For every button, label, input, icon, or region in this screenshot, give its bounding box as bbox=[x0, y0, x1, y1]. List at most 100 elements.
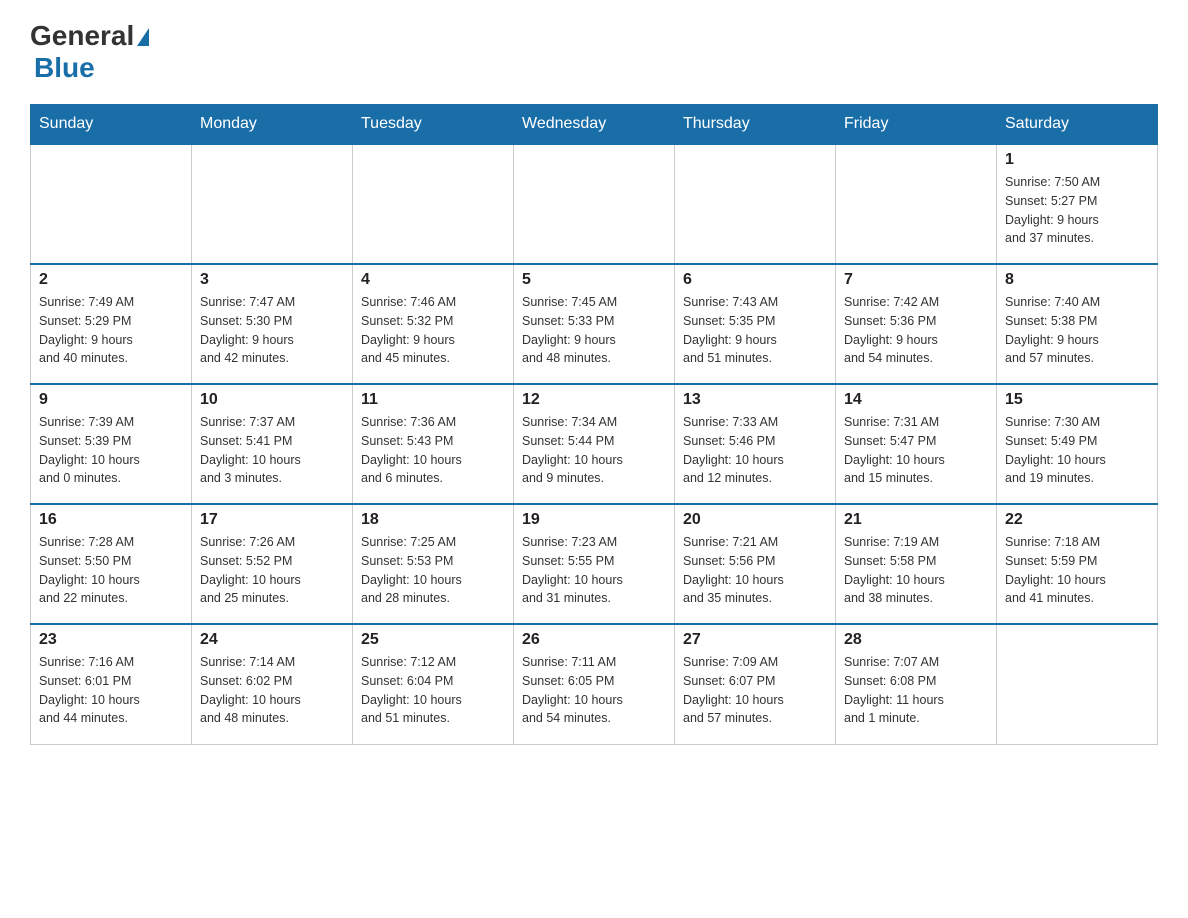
calendar-cell: 22 Sunrise: 7:18 AM Sunset: 5:59 PM Dayli… bbox=[997, 504, 1158, 624]
calendar-cell: 26 Sunrise: 7:11 AM Sunset: 6:05 PM Dayli… bbox=[514, 624, 675, 744]
day-number: 5 bbox=[522, 271, 666, 289]
calendar-cell bbox=[192, 144, 353, 264]
day-info: Sunrise: 7:16 AM Sunset: 6:01 PM Dayligh… bbox=[39, 653, 183, 728]
calendar-week-row: 1 Sunrise: 7:50 AM Sunset: 5:27 PM Daylig… bbox=[31, 144, 1158, 264]
day-number: 8 bbox=[1005, 271, 1149, 289]
calendar-cell: 19 Sunrise: 7:23 AM Sunset: 5:55 PM Dayli… bbox=[514, 504, 675, 624]
calendar-cell: 18 Sunrise: 7:25 AM Sunset: 5:53 PM Dayli… bbox=[353, 504, 514, 624]
calendar-week-row: 23 Sunrise: 7:16 AM Sunset: 6:01 PM Dayli… bbox=[31, 624, 1158, 744]
day-number: 14 bbox=[844, 391, 988, 409]
day-number: 9 bbox=[39, 391, 183, 409]
calendar-table: SundayMondayTuesdayWednesdayThursdayFrid… bbox=[30, 104, 1158, 745]
calendar-week-row: 9 Sunrise: 7:39 AM Sunset: 5:39 PM Daylig… bbox=[31, 384, 1158, 504]
calendar-cell: 2 Sunrise: 7:49 AM Sunset: 5:29 PM Daylig… bbox=[31, 264, 192, 384]
day-number: 11 bbox=[361, 391, 505, 409]
day-info: Sunrise: 7:49 AM Sunset: 5:29 PM Dayligh… bbox=[39, 293, 183, 368]
day-number: 22 bbox=[1005, 511, 1149, 529]
logo-triangle-icon bbox=[137, 28, 149, 46]
day-info: Sunrise: 7:45 AM Sunset: 5:33 PM Dayligh… bbox=[522, 293, 666, 368]
day-info: Sunrise: 7:09 AM Sunset: 6:07 PM Dayligh… bbox=[683, 653, 827, 728]
weekday-header-friday: Friday bbox=[836, 105, 997, 145]
day-info: Sunrise: 7:12 AM Sunset: 6:04 PM Dayligh… bbox=[361, 653, 505, 728]
calendar-cell: 9 Sunrise: 7:39 AM Sunset: 5:39 PM Daylig… bbox=[31, 384, 192, 504]
day-info: Sunrise: 7:46 AM Sunset: 5:32 PM Dayligh… bbox=[361, 293, 505, 368]
day-number: 23 bbox=[39, 631, 183, 649]
calendar-cell bbox=[675, 144, 836, 264]
day-info: Sunrise: 7:30 AM Sunset: 5:49 PM Dayligh… bbox=[1005, 413, 1149, 488]
weekday-header-sunday: Sunday bbox=[31, 105, 192, 145]
calendar-cell bbox=[31, 144, 192, 264]
weekday-header-tuesday: Tuesday bbox=[353, 105, 514, 145]
day-info: Sunrise: 7:23 AM Sunset: 5:55 PM Dayligh… bbox=[522, 533, 666, 608]
day-number: 27 bbox=[683, 631, 827, 649]
day-info: Sunrise: 7:34 AM Sunset: 5:44 PM Dayligh… bbox=[522, 413, 666, 488]
calendar-week-row: 16 Sunrise: 7:28 AM Sunset: 5:50 PM Dayli… bbox=[31, 504, 1158, 624]
day-number: 16 bbox=[39, 511, 183, 529]
day-number: 28 bbox=[844, 631, 988, 649]
day-info: Sunrise: 7:42 AM Sunset: 5:36 PM Dayligh… bbox=[844, 293, 988, 368]
day-number: 10 bbox=[200, 391, 344, 409]
calendar-cell bbox=[836, 144, 997, 264]
calendar-cell: 14 Sunrise: 7:31 AM Sunset: 5:47 PM Dayli… bbox=[836, 384, 997, 504]
logo: General Blue bbox=[30, 20, 149, 84]
day-number: 2 bbox=[39, 271, 183, 289]
day-number: 17 bbox=[200, 511, 344, 529]
day-info: Sunrise: 7:11 AM Sunset: 6:05 PM Dayligh… bbox=[522, 653, 666, 728]
calendar-cell: 20 Sunrise: 7:21 AM Sunset: 5:56 PM Dayli… bbox=[675, 504, 836, 624]
day-number: 13 bbox=[683, 391, 827, 409]
day-info: Sunrise: 7:43 AM Sunset: 5:35 PM Dayligh… bbox=[683, 293, 827, 368]
calendar-cell bbox=[353, 144, 514, 264]
calendar-cell: 13 Sunrise: 7:33 AM Sunset: 5:46 PM Dayli… bbox=[675, 384, 836, 504]
day-info: Sunrise: 7:36 AM Sunset: 5:43 PM Dayligh… bbox=[361, 413, 505, 488]
calendar-cell: 17 Sunrise: 7:26 AM Sunset: 5:52 PM Dayli… bbox=[192, 504, 353, 624]
logo-blue-text: Blue bbox=[34, 52, 95, 83]
calendar-cell: 5 Sunrise: 7:45 AM Sunset: 5:33 PM Daylig… bbox=[514, 264, 675, 384]
day-number: 12 bbox=[522, 391, 666, 409]
day-info: Sunrise: 7:18 AM Sunset: 5:59 PM Dayligh… bbox=[1005, 533, 1149, 608]
day-number: 6 bbox=[683, 271, 827, 289]
calendar-cell: 10 Sunrise: 7:37 AM Sunset: 5:41 PM Dayli… bbox=[192, 384, 353, 504]
day-info: Sunrise: 7:37 AM Sunset: 5:41 PM Dayligh… bbox=[200, 413, 344, 488]
calendar-cell: 12 Sunrise: 7:34 AM Sunset: 5:44 PM Dayli… bbox=[514, 384, 675, 504]
day-info: Sunrise: 7:25 AM Sunset: 5:53 PM Dayligh… bbox=[361, 533, 505, 608]
page-header: General Blue bbox=[30, 20, 1158, 84]
calendar-cell: 15Sunrise: 7:30 AM Sunset: 5:49 PM Dayli… bbox=[997, 384, 1158, 504]
calendar-cell bbox=[997, 624, 1158, 744]
day-info: Sunrise: 7:21 AM Sunset: 5:56 PM Dayligh… bbox=[683, 533, 827, 608]
day-info: Sunrise: 7:40 AM Sunset: 5:38 PM Dayligh… bbox=[1005, 293, 1149, 368]
logo-general-text: General bbox=[30, 20, 134, 52]
day-number: 4 bbox=[361, 271, 505, 289]
day-info: Sunrise: 7:07 AM Sunset: 6:08 PM Dayligh… bbox=[844, 653, 988, 728]
day-info: Sunrise: 7:39 AM Sunset: 5:39 PM Dayligh… bbox=[39, 413, 183, 488]
day-number: 19 bbox=[522, 511, 666, 529]
day-info: Sunrise: 7:47 AM Sunset: 5:30 PM Dayligh… bbox=[200, 293, 344, 368]
calendar-cell: 4 Sunrise: 7:46 AM Sunset: 5:32 PM Daylig… bbox=[353, 264, 514, 384]
day-info: Sunrise: 7:33 AM Sunset: 5:46 PM Dayligh… bbox=[683, 413, 827, 488]
day-info: Sunrise: 7:28 AM Sunset: 5:50 PM Dayligh… bbox=[39, 533, 183, 608]
calendar-cell bbox=[514, 144, 675, 264]
day-number: 3 bbox=[200, 271, 344, 289]
day-info: Sunrise: 7:19 AM Sunset: 5:58 PM Dayligh… bbox=[844, 533, 988, 608]
day-number: 26 bbox=[522, 631, 666, 649]
calendar-cell: 23 Sunrise: 7:16 AM Sunset: 6:01 PM Dayli… bbox=[31, 624, 192, 744]
calendar-week-row: 2 Sunrise: 7:49 AM Sunset: 5:29 PM Daylig… bbox=[31, 264, 1158, 384]
calendar-cell: 6 Sunrise: 7:43 AM Sunset: 5:35 PM Daylig… bbox=[675, 264, 836, 384]
calendar-cell: 24Sunrise: 7:14 AM Sunset: 6:02 PM Dayli… bbox=[192, 624, 353, 744]
calendar-cell: 27 Sunrise: 7:09 AM Sunset: 6:07 PM Dayli… bbox=[675, 624, 836, 744]
calendar-cell: 28 Sunrise: 7:07 AM Sunset: 6:08 PM Dayli… bbox=[836, 624, 997, 744]
calendar-cell: 3 Sunrise: 7:47 AM Sunset: 5:30 PM Daylig… bbox=[192, 264, 353, 384]
calendar-cell: 25Sunrise: 7:12 AM Sunset: 6:04 PM Dayli… bbox=[353, 624, 514, 744]
day-number: 7 bbox=[844, 271, 988, 289]
day-info: Sunrise: 7:50 AM Sunset: 5:27 PM Dayligh… bbox=[1005, 173, 1149, 248]
weekday-header-row: SundayMondayTuesdayWednesdayThursdayFrid… bbox=[31, 105, 1158, 145]
day-number: 1 bbox=[1005, 151, 1149, 169]
day-number: 18 bbox=[361, 511, 505, 529]
day-number: 21 bbox=[844, 511, 988, 529]
day-info: Sunrise: 7:31 AM Sunset: 5:47 PM Dayligh… bbox=[844, 413, 988, 488]
day-number: 20 bbox=[683, 511, 827, 529]
calendar-cell: 16 Sunrise: 7:28 AM Sunset: 5:50 PM Dayli… bbox=[31, 504, 192, 624]
day-info: Sunrise: 7:26 AM Sunset: 5:52 PM Dayligh… bbox=[200, 533, 344, 608]
day-number: 24 bbox=[200, 631, 344, 649]
weekday-header-wednesday: Wednesday bbox=[514, 105, 675, 145]
calendar-cell: 7 Sunrise: 7:42 AM Sunset: 5:36 PM Daylig… bbox=[836, 264, 997, 384]
